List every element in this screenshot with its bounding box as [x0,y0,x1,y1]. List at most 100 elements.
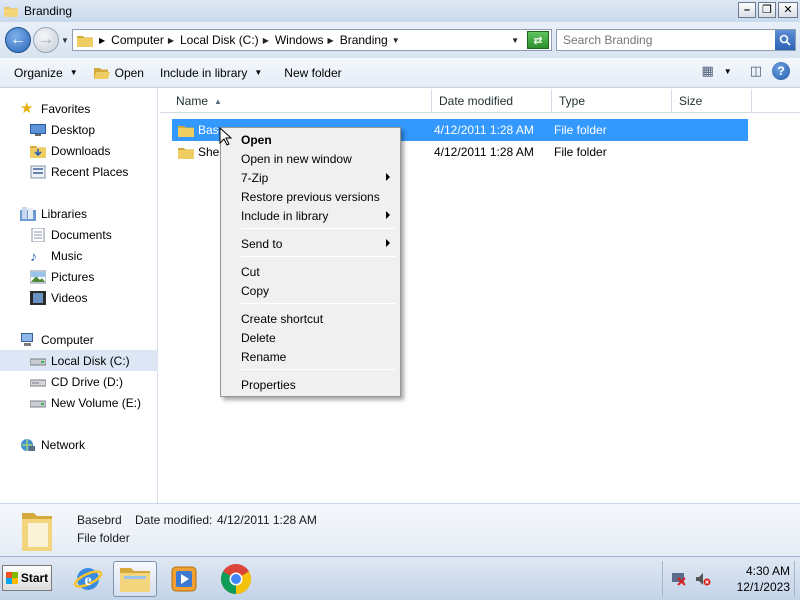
downloads-folder-icon [30,145,46,158]
search-box[interactable] [556,29,796,51]
submenu-arrow-icon [386,239,390,247]
refresh-button[interactable]: ⇄ [527,31,549,49]
clock-time[interactable]: 4:30 AM [720,564,790,578]
change-view-icon[interactable]: ▦ [701,63,713,79]
nav-item-new-volume[interactable]: New Volume (E:) [0,392,158,413]
menu-item-open[interactable]: Open [223,130,398,149]
menu-item-properties[interactable]: Properties [223,375,398,394]
show-desktop-button[interactable] [794,561,800,597]
address-row: ← → ▼ ▶ Computer ▶ Local Disk (C:) ▶ Windo… [0,22,800,58]
nav-item-music[interactable]: ♪ Music [0,245,158,266]
chevron-right-icon[interactable]: ▶ [328,36,334,45]
nav-item-pictures[interactable]: Pictures [0,266,158,287]
network-group: Network [0,434,158,455]
nav-favorites[interactable]: ★ Favorites [0,98,158,119]
file-date-cell: 4/12/2011 1:28 AM [434,145,534,159]
folder-icon [178,125,194,137]
sort-ascending-icon: ▲ [214,96,222,106]
address-bar[interactable]: ▶ Computer ▶ Local Disk (C:) ▶ Windows ▶ Br… [72,29,552,51]
details-file-name: Basebrd [77,513,122,527]
search-input[interactable] [563,33,763,47]
column-header-date-modified[interactable]: Date modified [432,89,552,113]
details-date-value: 4/12/2011 1:28 AM [217,513,317,527]
menu-item-delete[interactable]: Delete [223,328,398,347]
computer-icon [21,332,33,346]
back-button[interactable]: ← [5,27,31,53]
menu-separator [241,369,396,370]
title-bar[interactable]: Branding – ❐ ✕ [0,0,800,22]
start-button[interactable]: Start [2,565,52,591]
taskbar-media-player[interactable] [162,561,206,597]
nav-item-documents[interactable]: Documents [0,224,158,245]
nav-item-local-disk[interactable]: Local Disk (C:) [0,350,158,371]
favorites-group: ★ Favorites Desktop Downloads Recent Pla… [0,98,158,182]
menu-item-include-in-library[interactable]: Include in library [223,206,398,225]
menu-separator [241,256,396,257]
taskbar-chrome[interactable] [214,561,258,597]
nav-item-videos[interactable]: Videos [0,287,158,308]
preview-pane-icon[interactable]: ◫ [750,63,762,79]
chevron-right-icon[interactable]: ▶ [168,36,174,45]
clock-date[interactable]: 12/1/2023 [720,580,790,594]
hard-drive-icon [30,358,46,365]
column-header-type[interactable]: Type [552,89,672,113]
network-disconnected-icon[interactable] [671,572,687,586]
nav-item-downloads[interactable]: Downloads [0,140,158,161]
menu-item-cut[interactable]: Cut [223,262,398,281]
mouse-cursor-icon [219,127,233,146]
nav-libraries[interactable]: Libraries [0,203,158,224]
close-button[interactable]: ✕ [778,2,798,18]
file-type-cell: File folder [554,123,607,137]
menu-item-7zip[interactable]: 7-Zip [223,168,398,187]
details-file-type: File folder [77,531,130,545]
help-icon[interactable]: ? [772,62,790,80]
taskbar-internet-explorer[interactable]: e [66,561,110,597]
column-header-size[interactable]: Size [672,89,752,113]
new-folder-button[interactable]: New folder [276,61,349,85]
menu-item-open-new-window[interactable]: Open in new window [223,149,398,168]
window-title: Branding [24,4,73,18]
nav-item-cd-drive[interactable]: CD Drive (D:) [0,371,158,392]
star-icon: ★ [20,99,34,117]
menu-item-restore-previous-versions[interactable]: Restore previous versions [223,187,398,206]
minimize-button[interactable]: – [738,2,756,18]
volume-muted-icon[interactable] [695,572,711,586]
desktop-icon [30,123,46,136]
folder-icon [178,147,194,159]
column-header-name[interactable]: Name ▲ [160,89,432,113]
breadcrumb-windows[interactable]: Windows ▶ [272,33,337,47]
menu-separator [241,303,396,304]
nav-item-desktop[interactable]: Desktop [0,119,158,140]
menu-item-create-shortcut[interactable]: Create shortcut [223,309,398,328]
maximize-button[interactable]: ❐ [758,2,776,18]
breadcrumb-branding[interactable]: Branding ▼ [337,33,403,47]
include-in-library-button[interactable]: Include in library ▼ [152,61,270,85]
open-button[interactable]: Open [86,61,152,85]
recent-pages-dropdown[interactable]: ▼ [61,36,69,45]
open-folder-icon [93,68,110,79]
chrome-icon [220,564,252,594]
chevron-right-icon[interactable]: ▶ [99,36,105,45]
nav-computer[interactable]: Computer [0,329,158,350]
refresh-icon: ⇄ [533,34,543,47]
nav-item-recent-places[interactable]: Recent Places [0,161,158,182]
breadcrumb-local-disk[interactable]: Local Disk (C:) ▶ [177,33,272,47]
address-history-dropdown[interactable]: ▼ [511,36,519,45]
navigation-pane: ★ Favorites Desktop Downloads Recent Pla… [0,88,158,503]
organize-button[interactable]: Organize ▼ [6,61,86,85]
menu-item-send-to[interactable]: Send to [223,234,398,253]
chevron-down-icon[interactable]: ▼ [724,67,732,76]
command-bar: Organize ▼ Open Include in library ▼ New f… [0,58,800,88]
search-button[interactable] [775,30,795,50]
folder-icon [77,35,93,47]
forward-button[interactable]: → [33,27,59,53]
hard-drive-icon [30,400,46,407]
chevron-down-icon[interactable]: ▼ [392,36,400,45]
breadcrumb-computer[interactable]: Computer ▶ [108,33,177,47]
taskbar-windows-explorer[interactable] [113,561,157,597]
chevron-right-icon[interactable]: ▶ [263,36,269,45]
menu-item-copy[interactable]: Copy [223,281,398,300]
menu-item-rename[interactable]: Rename [223,347,398,366]
nav-network[interactable]: Network [0,434,158,455]
videos-icon [30,290,46,305]
